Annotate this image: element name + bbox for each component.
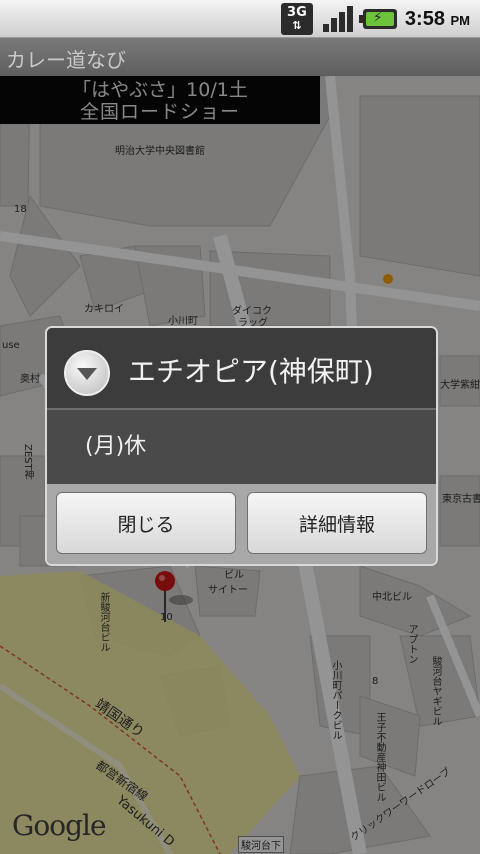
dropdown-arrow-icon bbox=[64, 350, 110, 396]
battery-charging-icon: ⚡ bbox=[358, 9, 397, 29]
dialog-header: エチオピア(神保町) bbox=[47, 328, 436, 410]
dialog-message: (月)休 bbox=[85, 434, 147, 459]
app-title-bar: カレー道なび bbox=[0, 38, 480, 76]
app-title: カレー道なび bbox=[6, 48, 126, 72]
network-3g-icon: 3G ⇅ bbox=[280, 3, 313, 35]
signal-strength-icon bbox=[321, 4, 355, 34]
dialog-title: エチオピア(神保町) bbox=[128, 355, 374, 388]
status-time: 3:58 PM bbox=[404, 7, 470, 30]
close-button[interactable]: 閉じる bbox=[56, 492, 236, 554]
dialog-button-bar: 閉じる 詳細情報 bbox=[47, 484, 436, 564]
info-dialog: エチオピア(神保町) (月)休 閉じる 詳細情報 bbox=[45, 326, 438, 566]
detail-info-button[interactable]: 詳細情報 bbox=[247, 492, 427, 554]
status-bar: 3G ⇅ ⚡ 3:58 PM bbox=[0, 0, 480, 38]
